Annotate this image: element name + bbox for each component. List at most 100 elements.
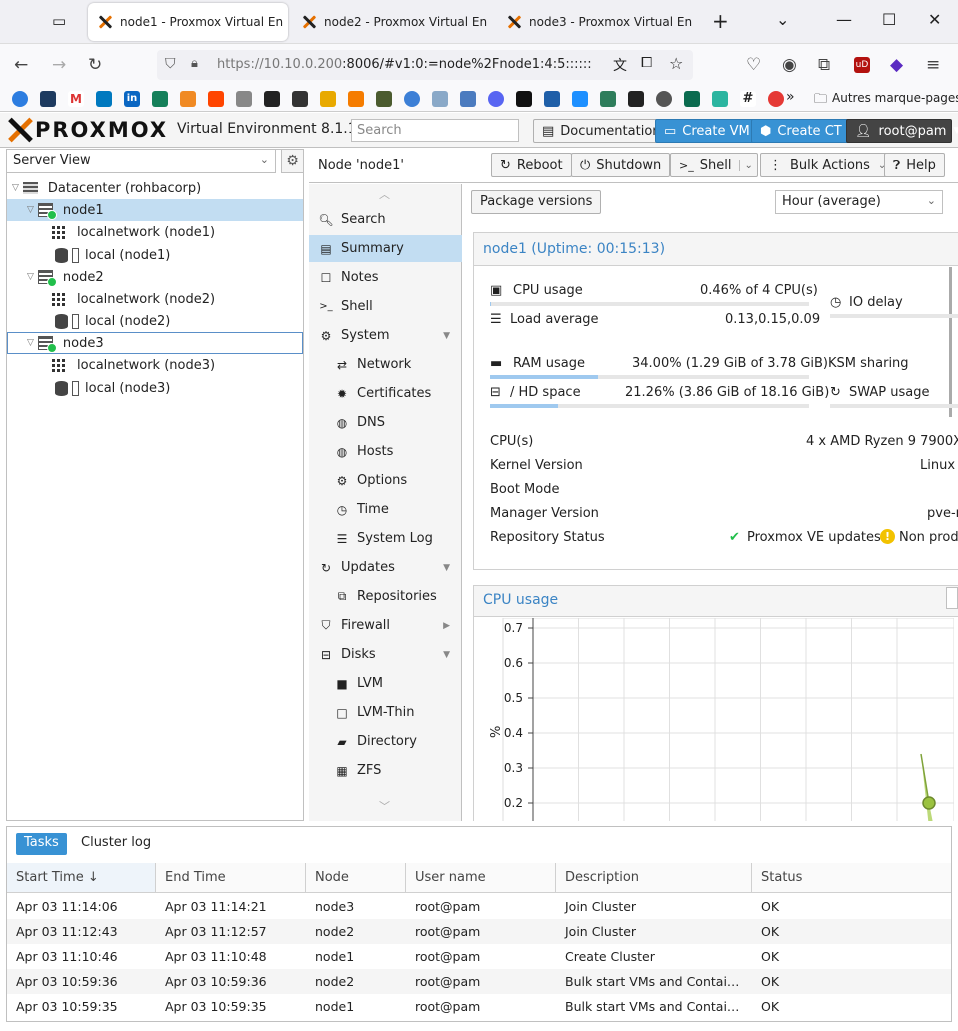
discord-icon[interactable] <box>488 91 504 107</box>
menu-item-lvm[interactable]: ■ LVM <box>309 670 462 697</box>
tab-overview-icon[interactable]: ▭ <box>52 12 66 30</box>
bookmark-icon[interactable] <box>152 91 168 107</box>
bulk-actions-button[interactable]: ⋮ Bulk Actions ⌄ <box>760 153 892 177</box>
package-versions-button[interactable]: Package versions <box>471 190 602 214</box>
bookmark-icon[interactable] <box>432 91 448 107</box>
globe-icon[interactable] <box>656 91 672 107</box>
menu-item-notes[interactable]: ☐ Notes <box>309 264 462 291</box>
tree-network-node1[interactable]: localnetwork (node1) <box>6 221 215 243</box>
shutdown-button[interactable]: ⏻ Shutdown <box>571 153 671 177</box>
tree-storage-node1[interactable]: local (node1) <box>6 244 170 266</box>
menu-item-repositories[interactable]: ⧉ Repositories <box>309 583 462 610</box>
menu-item-summary[interactable]: ▤ Summary <box>309 235 462 262</box>
tab-list-icon[interactable]: ⌄ <box>776 10 789 29</box>
tree-node-node2[interactable]: ▽ node2 <box>7 266 104 288</box>
bookmark-icon[interactable] <box>264 91 280 107</box>
table-row[interactable]: Apr 03 11:10:46 Apr 03 11:10:48 node1 root@… <box>7 944 951 969</box>
expand-icon[interactable]: ▽ <box>27 338 34 348</box>
lock-icon[interactable]: 🔒︎ <box>191 56 198 71</box>
view-selector[interactable]: Server View ⌄ <box>6 149 276 173</box>
menu-item-updates[interactable]: ↻ Updates ▼ <box>309 554 462 581</box>
menu-item-firewall[interactable]: ⛉ Firewall ▶ <box>309 612 462 639</box>
tree-datacenter[interactable]: ▽ Datacenter (rohbacorp) <box>6 177 304 199</box>
extensions-icon[interactable]: ⧉ <box>818 55 830 75</box>
tab-tasks[interactable]: Tasks <box>16 833 67 855</box>
create-ct-button[interactable]: ⬢ Create CT <box>751 119 851 143</box>
translate-icon[interactable]: 文 <box>613 55 627 75</box>
pocket-icon[interactable]: ♡ <box>746 55 761 75</box>
menu-item-network[interactable]: ⇄ Network <box>309 351 462 378</box>
tree-storage-node3[interactable]: local (node3) <box>6 377 170 399</box>
bookmark-icon[interactable] <box>320 91 336 107</box>
tab-cluster-log[interactable]: Cluster log <box>73 833 159 855</box>
table-row[interactable]: Apr 03 10:59:35 Apr 03 10:59:35 node1 root@… <box>7 994 951 1019</box>
reboot-button[interactable]: ↻ Reboot <box>491 153 572 177</box>
table-row[interactable]: Apr 03 11:12:43 Apr 03 11:12:57 node2 root@… <box>7 919 951 944</box>
column-status[interactable]: Status <box>752 863 951 893</box>
column-node[interactable]: Node <box>306 863 406 893</box>
bookmark-icon[interactable] <box>404 91 420 107</box>
menu-item-system[interactable]: ⚙ System ▼ <box>309 322 462 349</box>
menu-item-syslog[interactable]: ☰ System Log <box>309 525 462 552</box>
panel-scrollbar[interactable] <box>949 267 952 417</box>
tree-node-node1[interactable]: ▽ node1 <box>7 199 303 221</box>
account-icon[interactable]: ◉ <box>782 55 797 75</box>
bookmark-icon[interactable] <box>12 91 28 107</box>
column-end-time[interactable]: End Time <box>156 863 306 893</box>
bookmark-icon[interactable] <box>516 91 532 107</box>
menu-item-hosts[interactable]: ◍ Hosts <box>309 438 462 465</box>
gear-icon[interactable]: ⚙ <box>281 149 304 173</box>
bookmark-icon[interactable] <box>600 91 616 107</box>
bookmark-icon[interactable] <box>236 91 252 107</box>
menu-item-certificates[interactable]: ✹ Certificates <box>309 380 462 407</box>
bookmark-icon[interactable] <box>376 91 392 107</box>
scroll-up-icon[interactable]: ︿ <box>379 186 390 202</box>
table-row[interactable]: Apr 03 10:59:36 Apr 03 10:59:36 node2 root@… <box>7 969 951 994</box>
menu-item-directory[interactable]: ▰ Directory <box>309 728 462 755</box>
create-vm-button[interactable]: ▭ Create VM <box>655 119 759 143</box>
menu-item-options[interactable]: ⚙ Options <box>309 467 462 494</box>
tree-network-node3[interactable]: localnetwork (node3) <box>6 354 215 376</box>
bookmark-icon[interactable] <box>544 91 560 107</box>
documentation-button[interactable]: ▤ Documentation <box>533 119 670 143</box>
close-icon[interactable]: ✕ <box>487 15 492 29</box>
extension-diamond-icon[interactable]: ◆ <box>890 55 903 75</box>
bookmarks-folder[interactable]: Autres marque-pages <box>832 91 958 105</box>
chevron-down-icon[interactable]: ⌄ <box>739 159 753 171</box>
expand-icon[interactable]: ▽ <box>27 205 34 215</box>
window-close-icon[interactable]: ✕ <box>928 10 941 29</box>
help-button[interactable]: ❓︎ Help <box>884 153 945 177</box>
shell-button[interactable]: >_ Shell ⌄ <box>670 153 758 177</box>
menu-item-time[interactable]: ◷ Time <box>309 496 462 523</box>
browser-tab-node3[interactable]: node3 - Proxmox Virtual En ✕ <box>497 3 697 41</box>
bookmark-icon[interactable] <box>628 91 644 107</box>
more-bookmarks-icon[interactable]: » <box>786 89 795 105</box>
browser-tab-node2[interactable]: node2 - Proxmox Virtual En ✕ <box>292 3 492 41</box>
table-row[interactable]: Apr 03 11:14:06 Apr 03 11:14:21 node3 root@… <box>7 894 951 919</box>
maximize-icon[interactable]: ☐ <box>882 10 896 29</box>
bookmark-icon[interactable] <box>460 91 476 107</box>
bookmark-star-icon[interactable]: ☆ <box>669 54 683 73</box>
menu-item-lvmthin[interactable]: □ LVM-Thin <box>309 699 462 726</box>
cloud-icon[interactable] <box>768 91 784 107</box>
new-tab-icon[interactable]: + <box>712 9 729 33</box>
browser-tab-node1[interactable]: node1 - Proxmox Virtual En ✕ <box>88 3 288 41</box>
global-search-input[interactable]: Search <box>351 119 519 142</box>
menu-icon[interactable]: ≡ <box>926 55 940 75</box>
user-menu-button[interactable]: 👤︎ root@pam ▼ <box>846 119 958 143</box>
bookmark-icon[interactable] <box>348 91 364 107</box>
minimize-icon[interactable]: — <box>836 10 852 29</box>
shield-icon[interactable]: ⛉ <box>165 56 176 72</box>
linkedin-icon[interactable]: in <box>124 91 140 107</box>
gmail-icon[interactable]: M <box>68 91 84 107</box>
menu-item-disks[interactable]: ⊟ Disks ▼ <box>309 641 462 668</box>
bookmark-icon[interactable] <box>208 91 224 107</box>
close-icon[interactable]: ✕ <box>692 15 697 29</box>
timeframe-select[interactable]: Hour (average) ⌄ <box>775 190 943 214</box>
bookmark-icon[interactable] <box>572 91 588 107</box>
chart-reset-button[interactable] <box>946 587 958 609</box>
column-description[interactable]: Description <box>556 863 752 893</box>
expand-icon[interactable]: ▽ <box>27 272 34 282</box>
close-icon[interactable]: ✕ <box>283 15 288 29</box>
tree-node-node3[interactable]: ▽ node3 <box>7 332 303 354</box>
